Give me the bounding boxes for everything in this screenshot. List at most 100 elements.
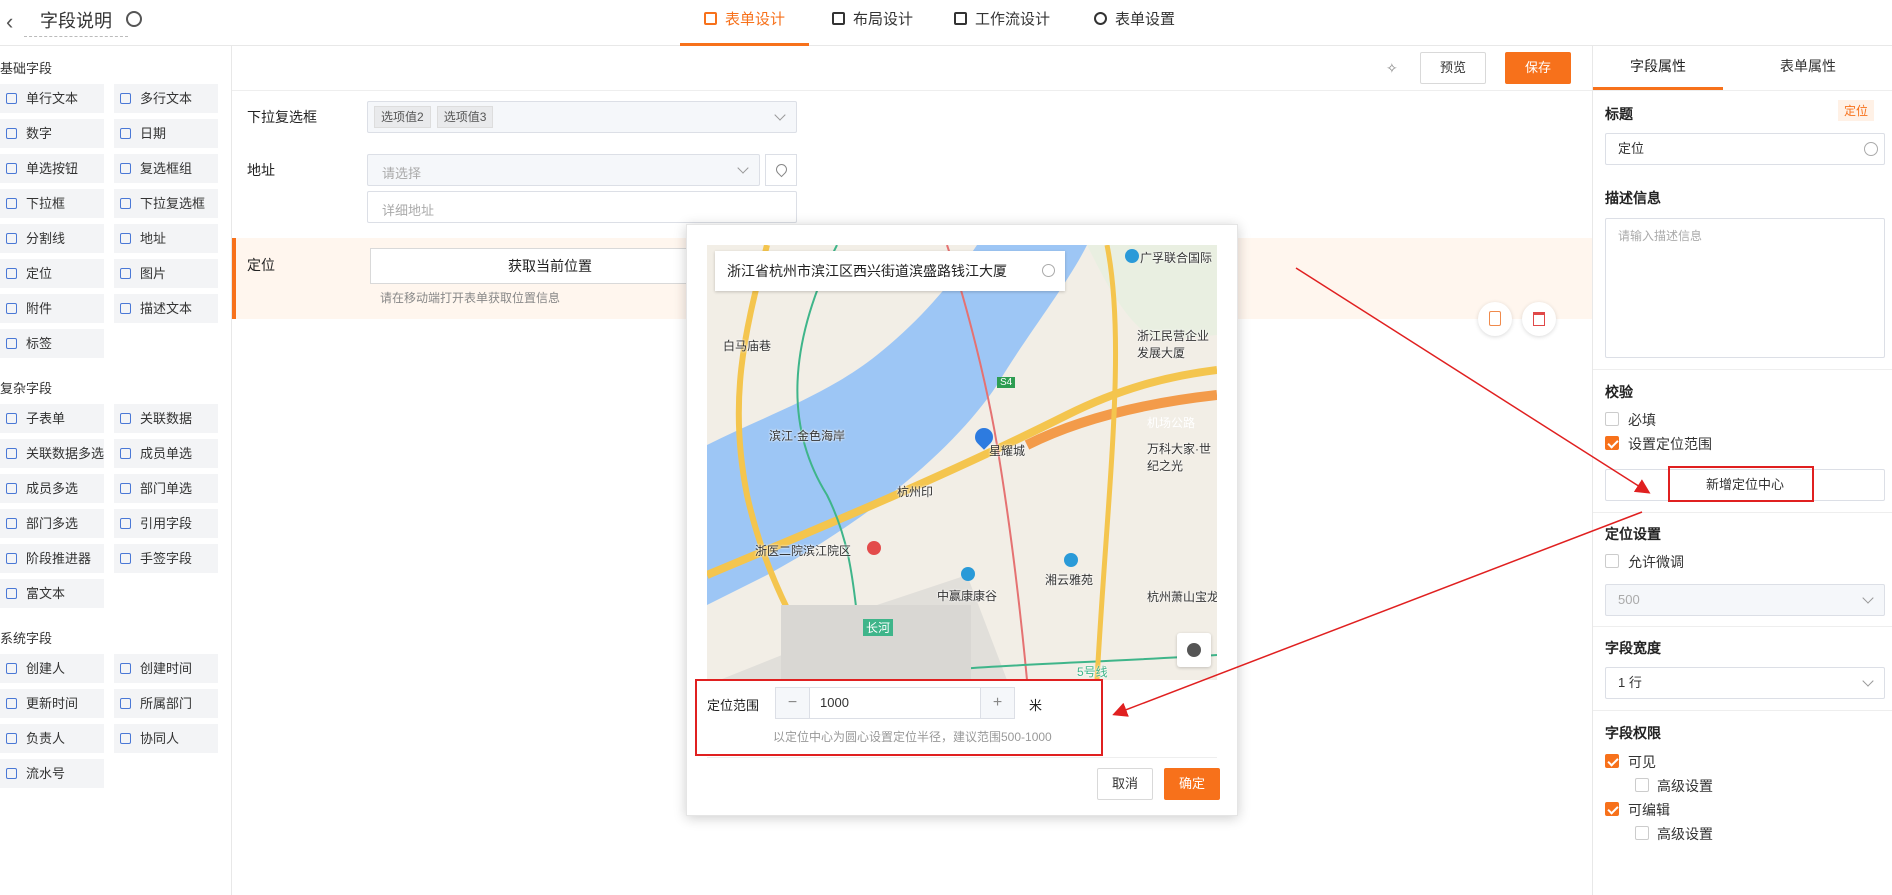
field-palette-item[interactable]: 关联数据 — [114, 404, 218, 433]
tab-form-settings[interactable]: 表单设置 — [1070, 0, 1199, 46]
field-palette-item[interactable]: 成员单选 — [114, 439, 218, 468]
chevron-down-icon — [774, 109, 786, 121]
field-palette-item[interactable]: 协同人 — [114, 724, 218, 753]
field-palette-item[interactable]: 手签字段 — [114, 544, 218, 573]
range-hint: 以定位中心为圆心设置定位半径，建议范围500-1000 — [773, 730, 1052, 744]
required-checkbox[interactable] — [1605, 412, 1619, 426]
copy-field-button[interactable] — [1478, 302, 1512, 336]
placeholder: 详细地址 — [382, 203, 435, 218]
plus-button[interactable]: + — [980, 688, 1014, 718]
field-palette-item[interactable]: 数字 — [0, 119, 104, 148]
visible-checkbox[interactable] — [1605, 754, 1619, 768]
location-range-checkbox[interactable] — [1605, 436, 1619, 450]
field-palette-item[interactable]: 定位 — [0, 259, 104, 288]
field-palette-item[interactable]: 创建时间 — [114, 654, 218, 683]
tab-layout-design[interactable]: 布局设计 — [808, 0, 937, 46]
field-type-icon — [6, 268, 17, 279]
field-palette-item[interactable]: 富文本 — [0, 579, 104, 608]
field-palette-item[interactable]: 下拉复选框 — [114, 189, 218, 218]
range-stepper[interactable]: − 1000 + — [775, 687, 1015, 719]
editable-checkbox[interactable] — [1605, 802, 1619, 816]
title-input[interactable]: 定位 — [1605, 133, 1885, 165]
tab-form-properties[interactable]: 表单属性 — [1743, 46, 1873, 90]
field-palette-item[interactable]: 成员多选 — [0, 474, 104, 503]
allow-adjust-checkbox[interactable] — [1605, 554, 1619, 568]
field-type-icon — [120, 698, 131, 709]
get-location-button[interactable]: 获取当前位置 — [370, 248, 730, 284]
field-palette-item[interactable]: 阶段推进器 — [0, 544, 104, 573]
chip: 选项值2 — [374, 106, 431, 128]
field-type-icon — [120, 733, 131, 744]
field-width-select[interactable]: 1 行 — [1605, 667, 1885, 699]
field-palette-item[interactable]: 单行文本 — [0, 84, 104, 113]
tab-field-properties[interactable]: 字段属性 — [1593, 46, 1723, 90]
globe-icon[interactable] — [1864, 142, 1878, 156]
field-palette-item[interactable]: 附件 — [0, 294, 104, 323]
divider — [1593, 626, 1892, 627]
field-palette-item[interactable]: 引用字段 — [114, 509, 218, 538]
address-detail-input[interactable]: 详细地址 — [367, 191, 797, 223]
map-pin-button[interactable] — [765, 154, 797, 186]
field-type-icon — [6, 663, 17, 674]
location-label: 定位 — [247, 257, 275, 273]
field-type-icon — [6, 698, 17, 709]
minus-button[interactable]: − — [776, 688, 810, 718]
top-bar: ‹ 字段说明 表单设计 布局设计 工作流设计 表单设置 — [0, 0, 1892, 46]
description-textarea[interactable]: 请输入描述信息 — [1605, 218, 1885, 358]
cancel-button[interactable]: 取消 — [1097, 768, 1153, 800]
field-palette-item[interactable]: 单选按钮 — [0, 154, 104, 183]
field-palette-item[interactable]: 下拉框 — [0, 189, 104, 218]
hospital-icon — [867, 541, 881, 555]
field-palette-item[interactable]: 图片 — [114, 259, 218, 288]
field-palette-item[interactable]: 负责人 — [0, 724, 104, 753]
field-palette-item[interactable]: 子表单 — [0, 404, 104, 433]
range-value[interactable]: 1000 — [820, 695, 849, 710]
search-icon[interactable] — [1042, 264, 1055, 277]
field-palette-item[interactable]: 日期 — [114, 119, 218, 148]
field-palette-item[interactable]: 描述文本 — [114, 294, 218, 323]
field-palette-item[interactable]: 部门多选 — [0, 509, 104, 538]
trash-icon — [1533, 312, 1545, 326]
field-type-icon — [120, 553, 131, 564]
field-palette-item[interactable]: 流水号 — [0, 759, 104, 788]
field-palette-item[interactable]: 标签 — [0, 329, 104, 358]
save-button[interactable]: 保存 — [1505, 52, 1571, 84]
field-palette-item[interactable]: 分割线 — [0, 224, 104, 253]
map-view[interactable]: 浙江省杭州市滨江区西兴街道滨盛路钱江大厦 广孚联合国际 白马庙巷 滨江·金色海岸… — [707, 245, 1217, 680]
advanced-settings-checkbox[interactable] — [1635, 826, 1649, 840]
divider — [1593, 90, 1892, 91]
field-palette-item[interactable]: 创建人 — [0, 654, 104, 683]
advanced-settings-checkbox[interactable] — [1635, 778, 1649, 792]
properties-panel: 字段属性 表单属性 标题 定位 定位 描述信息 请输入描述信息 校验 必填 设置… — [1592, 46, 1892, 895]
map-label: 5号线 — [1077, 665, 1108, 679]
back-arrow-icon[interactable]: ‹ — [6, 9, 13, 35]
field-palette-item[interactable]: 复选框组 — [114, 154, 218, 183]
magic-wand-icon[interactable]: ✧ — [1386, 60, 1398, 77]
field-palette-item[interactable]: 地址 — [114, 224, 218, 253]
field-palette-item[interactable]: 更新时间 — [0, 689, 104, 718]
locate-icon — [1187, 643, 1201, 657]
locate-me-button[interactable] — [1177, 633, 1211, 667]
confirm-button[interactable]: 确定 — [1164, 768, 1220, 800]
dropdown-multi-select[interactable]: 选项值2 选项值3 — [367, 101, 797, 133]
preview-button[interactable]: 预览 — [1420, 52, 1486, 84]
field-palette-item[interactable]: 部门单选 — [114, 474, 218, 503]
address-region-select[interactable]: 请选择 — [367, 154, 760, 186]
section-complex-title: 复杂字段 — [0, 381, 53, 396]
field-palette-item[interactable]: 关联数据多选 — [0, 439, 104, 468]
tab-workflow-design[interactable]: 工作流设计 — [930, 0, 1074, 46]
field-palette-item[interactable]: 多行文本 — [114, 84, 218, 113]
tab-form-design[interactable]: 表单设计 — [680, 0, 810, 46]
gear-icon — [1094, 12, 1107, 25]
field-palette-item[interactable]: 所属部门 — [114, 689, 218, 718]
field-type-icon — [120, 233, 131, 244]
globe-icon[interactable] — [126, 11, 142, 27]
map-search-input[interactable]: 浙江省杭州市滨江区西兴街道滨盛路钱江大厦 — [715, 251, 1065, 291]
delete-field-button[interactable] — [1522, 302, 1556, 336]
annotation-box — [1668, 466, 1814, 502]
field-type-icon — [6, 303, 17, 314]
adjust-distance-select[interactable]: 500 — [1605, 584, 1885, 616]
form-title[interactable]: 字段说明 — [24, 7, 128, 37]
field-type-icon — [120, 268, 131, 279]
field-type-icon — [120, 413, 131, 424]
